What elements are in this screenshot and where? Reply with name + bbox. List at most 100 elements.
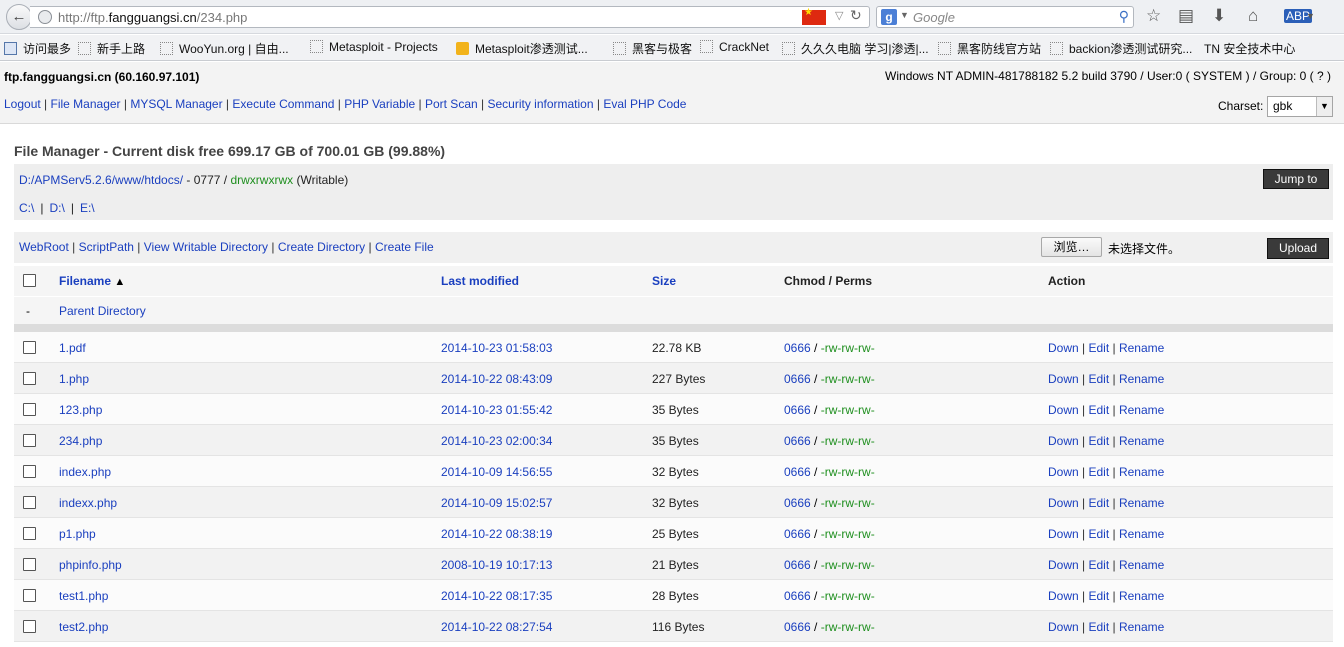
bookmark-item[interactable]: backion渗透测试研究... [1050,40,1192,57]
down-link[interactable]: Down [1048,465,1079,479]
row-checkbox[interactable] [23,434,36,447]
row-checkbox[interactable] [23,372,36,385]
chevron-down-icon[interactable]: ▼ [1316,97,1332,116]
column-filename[interactable]: Filename ▲ [59,274,125,288]
bookmark-item[interactable]: Metasploit渗透测试... [456,40,588,57]
row-checkbox[interactable] [23,620,36,633]
bookmark-item[interactable]: WooYun.org | 自由... [160,40,289,57]
reload-icon[interactable]: ↻ [850,7,862,24]
drive-c-link[interactable]: C:\ [19,201,34,215]
column-size[interactable]: Size [652,274,676,288]
down-link[interactable]: Down [1048,403,1079,417]
edit-link[interactable]: Edit [1088,372,1109,386]
rename-link[interactable]: Rename [1119,620,1164,634]
file-modified-link[interactable]: 2014-10-22 08:43:09 [441,372,552,386]
down-link[interactable]: Down [1048,434,1079,448]
home-icon[interactable]: ⌂ [1248,6,1258,26]
bookmark-item[interactable]: 新手上路 [78,40,145,57]
file-modified-link[interactable]: 2014-10-22 08:38:19 [441,527,552,541]
row-checkbox[interactable] [23,527,36,540]
rename-link[interactable]: Rename [1119,558,1164,572]
edit-link[interactable]: Edit [1088,558,1109,572]
bookmark-item[interactable]: 久久久电脑 学习|渗透|... [782,40,929,57]
bookmark-item[interactable]: Metasploit - Projects [310,40,438,54]
file-name-link[interactable]: 1.pdf [59,341,86,355]
row-checkbox[interactable] [23,341,36,354]
chevron-down-icon[interactable]: ▼ [1306,11,1315,21]
edit-link[interactable]: Edit [1088,434,1109,448]
rename-link[interactable]: Rename [1119,527,1164,541]
rename-link[interactable]: Rename [1119,589,1164,603]
file-modified-link[interactable]: 2014-10-09 15:02:57 [441,496,552,510]
chmod-link[interactable]: 0666 [784,620,811,634]
chmod-link[interactable]: 0666 [784,403,811,417]
browse-file-button[interactable]: 浏览… [1041,237,1102,257]
edit-link[interactable]: Edit [1088,341,1109,355]
nav-logout[interactable]: Logout [4,97,41,111]
upload-button[interactable]: Upload [1267,238,1329,259]
parent-directory-link[interactable]: Parent Directory [59,304,146,318]
column-last-modified[interactable]: Last modified [441,274,519,288]
nav-php-variable[interactable]: PHP Variable [344,97,415,111]
select-all-checkbox[interactable] [23,274,36,287]
url-text[interactable]: http://ftp.fangguangsi.cn/234.php [58,10,247,25]
file-modified-link[interactable]: 2014-10-09 14:56:55 [441,465,552,479]
edit-link[interactable]: Edit [1088,589,1109,603]
bookmark-item[interactable]: CrackNet [700,40,769,54]
bookmark-item[interactable]: TN 安全技术中心 [1204,40,1295,57]
rename-link[interactable]: Rename [1119,434,1164,448]
file-modified-link[interactable]: 2014-10-22 08:27:54 [441,620,552,634]
nav-mysql-manager[interactable]: MYSQL Manager [130,97,222,111]
chevron-down-icon[interactable]: ▽ [835,9,843,22]
nav-eval-php-code[interactable]: Eval PHP Code [603,97,686,111]
current-path-link[interactable]: D:/APMServ5.2.6/www/htdocs/ [19,173,183,187]
nav-file-manager[interactable]: File Manager [51,97,121,111]
row-checkbox[interactable] [23,558,36,571]
chmod-link[interactable]: 0666 [784,372,811,386]
file-modified-link[interactable]: 2014-10-22 08:17:35 [441,589,552,603]
chmod-link[interactable]: 0666 [784,465,811,479]
down-link[interactable]: Down [1048,527,1079,541]
chmod-link[interactable]: 0666 [784,341,811,355]
down-link[interactable]: Down [1048,372,1079,386]
down-link[interactable]: Down [1048,558,1079,572]
chmod-link[interactable]: 0666 [784,527,811,541]
bookmark-item[interactable]: 黑客与极客 [613,40,692,57]
create-file-link[interactable]: Create File [375,240,434,254]
down-link[interactable]: Down [1048,341,1079,355]
download-icon[interactable]: ⬇ [1212,6,1226,26]
file-name-link[interactable]: 1.php [59,372,89,386]
chevron-down-icon[interactable]: ▼ [900,10,909,20]
drive-e-link[interactable]: E:\ [80,201,95,215]
rename-link[interactable]: Rename [1119,372,1164,386]
magnifier-icon[interactable]: ⚲ [1119,8,1129,25]
charset-select[interactable]: gbk ▼ [1267,96,1333,117]
google-icon[interactable]: g [881,9,897,25]
rename-link[interactable]: Rename [1119,465,1164,479]
file-name-link[interactable]: p1.php [59,527,96,541]
down-link[interactable]: Down [1048,620,1079,634]
row-checkbox[interactable] [23,496,36,509]
file-modified-link[interactable]: 2014-10-23 02:00:34 [441,434,552,448]
rename-link[interactable]: Rename [1119,496,1164,510]
create-directory-link[interactable]: Create Directory [278,240,365,254]
star-icon[interactable]: ☆ [1146,6,1161,26]
file-modified-link[interactable]: 2014-10-23 01:55:42 [441,403,552,417]
row-checkbox[interactable] [23,403,36,416]
chmod-link[interactable]: 0666 [784,434,811,448]
file-name-link[interactable]: phpinfo.php [59,558,122,572]
edit-link[interactable]: Edit [1088,620,1109,634]
edit-link[interactable]: Edit [1088,527,1109,541]
file-name-link[interactable]: 234.php [59,434,102,448]
nav-port-scan[interactable]: Port Scan [425,97,478,111]
file-name-link[interactable]: test2.php [59,620,108,634]
address-bar[interactable]: http://ftp.fangguangsi.cn/234.php ▽ ↻ [30,6,870,28]
rename-link[interactable]: Rename [1119,341,1164,355]
bookmark-item[interactable]: 访问最多 [4,40,71,57]
file-modified-link[interactable]: 2008-10-19 10:17:13 [441,558,552,572]
nav-execute-command[interactable]: Execute Command [232,97,334,111]
bookmark-item[interactable]: 黑客防线官方站 [938,40,1041,57]
nav-security-information[interactable]: Security information [487,97,593,111]
chmod-link[interactable]: 0666 [784,589,811,603]
down-link[interactable]: Down [1048,589,1079,603]
